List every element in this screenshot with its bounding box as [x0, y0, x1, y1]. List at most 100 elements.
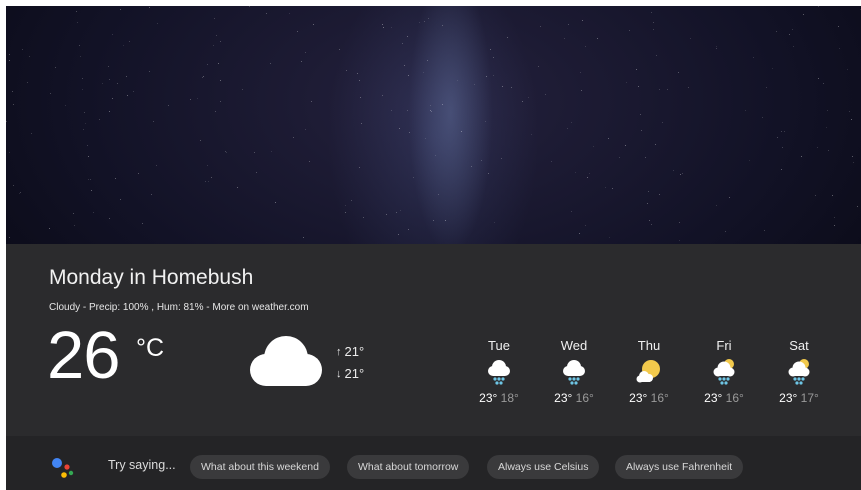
star [214, 18, 216, 19]
star [82, 89, 84, 91]
forecast-day-wed[interactable]: Wed 23° 16° [544, 338, 604, 405]
star [156, 165, 157, 167]
star [407, 228, 409, 230]
star [818, 6, 820, 8]
suggestion-chip-fahrenheit[interactable]: Always use Fahrenheit [615, 455, 744, 479]
star [383, 27, 385, 29]
star [202, 75, 204, 77]
star [753, 57, 755, 59]
star [220, 100, 222, 102]
star [817, 146, 819, 148]
forecast-day-thu[interactable]: Thu 23° 16° [619, 338, 679, 405]
star [270, 63, 272, 65]
star [650, 224, 652, 226]
forecast-high: 23° [479, 391, 498, 405]
star [679, 221, 681, 223]
star [430, 110, 432, 112]
star [30, 132, 32, 134]
star [625, 144, 626, 146]
google-assistant-icon[interactable] [50, 456, 74, 480]
star [125, 76, 127, 78]
star [83, 128, 85, 130]
star [399, 210, 401, 212]
star [653, 21, 655, 23]
suggestion-chip-weekend[interactable]: What about this weekend [190, 455, 330, 479]
star [148, 6, 150, 8]
star [580, 72, 582, 74]
star [802, 14, 804, 15]
star [780, 169, 782, 170]
star [545, 93, 547, 95]
star [570, 211, 572, 213]
star [26, 82, 28, 84]
star [822, 82, 824, 84]
star [776, 136, 778, 138]
star [538, 66, 540, 68]
star [358, 79, 360, 81]
star [412, 177, 414, 179]
star [344, 204, 346, 206]
star [403, 65, 405, 67]
star [142, 223, 144, 225]
star [473, 84, 475, 85]
star [839, 47, 841, 49]
suggestion-chip-celsius[interactable]: Always use Celsius [487, 455, 600, 479]
star [445, 219, 446, 221]
star [744, 110, 746, 112]
weather-summary[interactable]: Cloudy - Precip: 100% , Hum: 81% - More … [49, 302, 309, 313]
star [28, 56, 30, 58]
star [111, 33, 113, 35]
star [111, 98, 113, 100]
star [575, 172, 577, 174]
star [19, 192, 20, 194]
star [89, 178, 91, 180]
star [48, 227, 50, 229]
star [351, 200, 353, 202]
forecast-day-fri[interactable]: Fri 23° 16° [694, 338, 754, 405]
star [409, 132, 410, 134]
star [242, 89, 244, 91]
star [772, 68, 774, 70]
star [666, 89, 668, 90]
star [488, 172, 489, 174]
star [567, 128, 568, 130]
star [196, 98, 198, 100]
forecast-day-name: Sat [789, 338, 809, 353]
star [584, 45, 586, 47]
star [357, 73, 359, 75]
star [441, 103, 443, 105]
star [687, 86, 689, 88]
star [79, 55, 81, 57]
star [679, 239, 681, 241]
star [361, 123, 363, 125]
suggestion-chip-tomorrow[interactable]: What about tomorrow [347, 455, 470, 479]
star [619, 156, 620, 158]
star [856, 206, 858, 208]
star [579, 232, 581, 234]
star [190, 98, 191, 100]
partly-cloudy-sun-icon [636, 360, 660, 383]
star [611, 188, 613, 190]
forecast-day-tue[interactable]: Tue 23° 18° [469, 338, 529, 405]
star [107, 65, 109, 67]
star [85, 122, 87, 124]
star [647, 190, 649, 192]
star [382, 23, 384, 25]
star [270, 151, 272, 153]
star [521, 100, 523, 102]
star [13, 184, 15, 186]
forecast-day-name: Thu [637, 338, 661, 353]
star [206, 64, 208, 66]
star [8, 54, 10, 56]
star [628, 30, 630, 32]
star [673, 169, 674, 171]
star [609, 237, 611, 238]
star [213, 45, 215, 47]
forecast-day-sat[interactable]: Sat 23° 17° [769, 338, 829, 405]
star [658, 193, 660, 195]
star [255, 172, 257, 174]
star [430, 105, 432, 106]
star [399, 127, 401, 129]
temperature-unit: °C [136, 334, 165, 362]
star [677, 71, 679, 73]
